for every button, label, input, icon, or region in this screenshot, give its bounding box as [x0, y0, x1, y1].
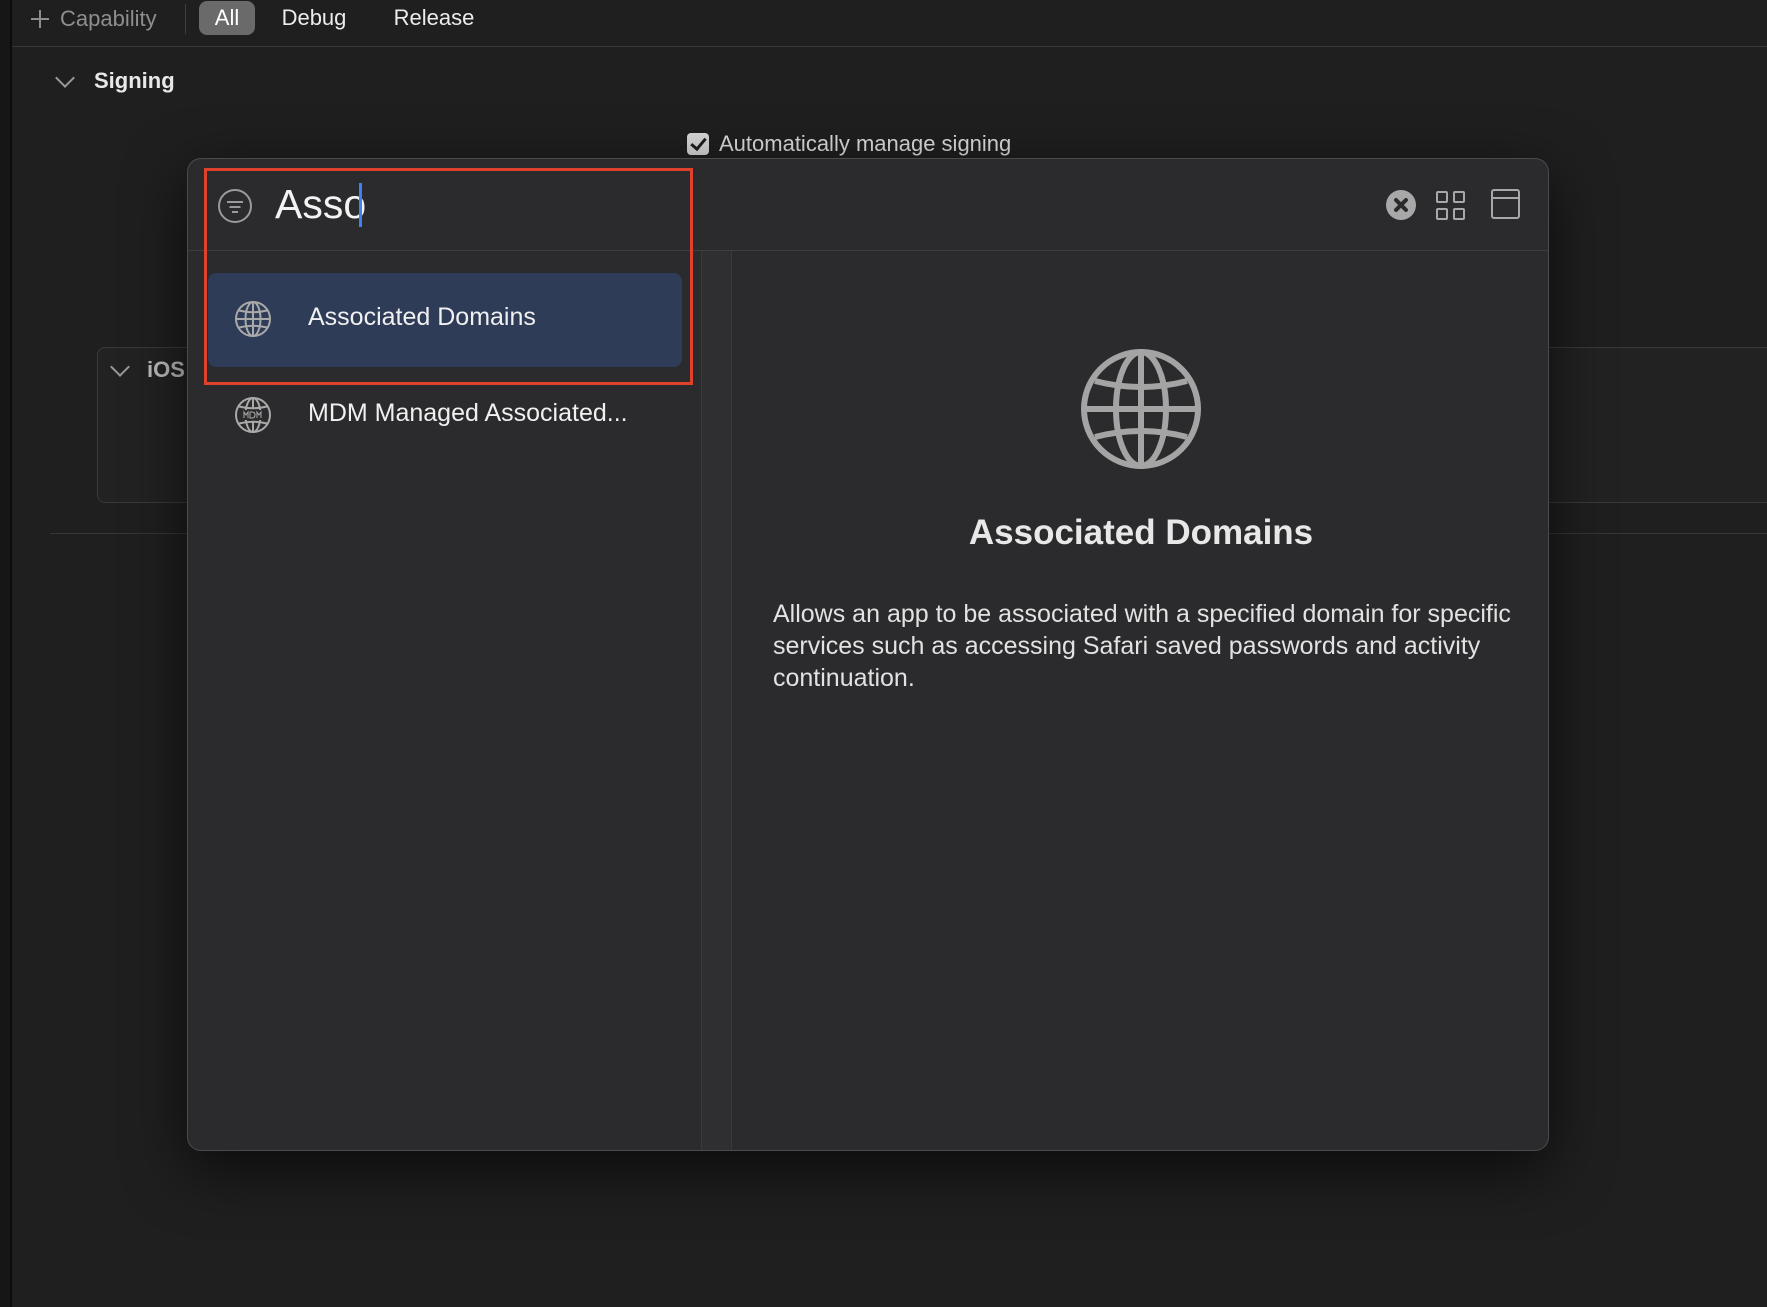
toolbar-separator — [185, 4, 186, 34]
auto-manage-signing-checkbox[interactable]: Automatically manage signing — [687, 131, 1011, 157]
signing-section-title: Signing — [94, 68, 175, 93]
checkbox-checked-icon[interactable] — [687, 133, 709, 155]
chevron-down-icon — [110, 357, 130, 377]
globe-icon — [1081, 349, 1201, 469]
list-item-label: Associated Domains — [308, 303, 536, 331]
capabilities-toolbar: Capability All Debug Release — [12, 0, 1767, 47]
pane-splitter[interactable] — [701, 251, 732, 1150]
grid-view-icon[interactable] — [1436, 191, 1466, 221]
detail-view-icon[interactable] — [1491, 189, 1520, 219]
capability-search-input[interactable] — [275, 177, 635, 231]
signing-section-header[interactable]: Signing — [55, 68, 175, 94]
filter-icon[interactable] — [218, 189, 252, 223]
left-rail — [0, 0, 12, 1307]
filter-release-button[interactable]: Release — [384, 1, 484, 35]
clear-search-icon[interactable] — [1386, 190, 1416, 220]
filter-debug-button[interactable]: Debug — [274, 1, 354, 35]
list-item-label: MDM Managed Associated... — [308, 399, 628, 427]
sheet-search-bar — [188, 159, 1548, 251]
filter-all-button[interactable]: All — [199, 1, 255, 35]
capability-results-list: Associated Domains MDM Managed Associate… — [188, 251, 701, 1150]
add-capability-label: Capability — [60, 6, 157, 31]
list-item-associated-domains[interactable]: Associated Domains — [208, 273, 682, 367]
capability-detail-title: Associated Domains — [968, 513, 1314, 552]
capability-detail-description: Allows an app to be associated with a sp… — [773, 600, 1511, 692]
capability-library-sheet: Associated Domains MDM Managed Associa — [187, 158, 1549, 1151]
plus-icon — [30, 9, 50, 29]
globe-icon — [235, 301, 271, 337]
capability-detail-pane: Associated Domains Allows an app to be a… — [732, 251, 1548, 1150]
ios-section-title: iOS — [147, 357, 185, 382]
auto-manage-signing-label: Automatically manage signing — [719, 131, 1012, 156]
mdm-globe-icon — [235, 397, 271, 433]
add-capability-button[interactable]: Capability — [30, 0, 157, 38]
list-item-mdm-managed-associated-domains[interactable]: MDM Managed Associated... — [208, 369, 682, 463]
text-cursor — [359, 183, 362, 227]
chevron-down-icon — [55, 68, 75, 88]
xcode-signing-capabilities-view: Capability All Debug Release Signing Aut… — [0, 0, 1767, 1307]
ios-section-header[interactable]: iOS — [110, 357, 185, 383]
